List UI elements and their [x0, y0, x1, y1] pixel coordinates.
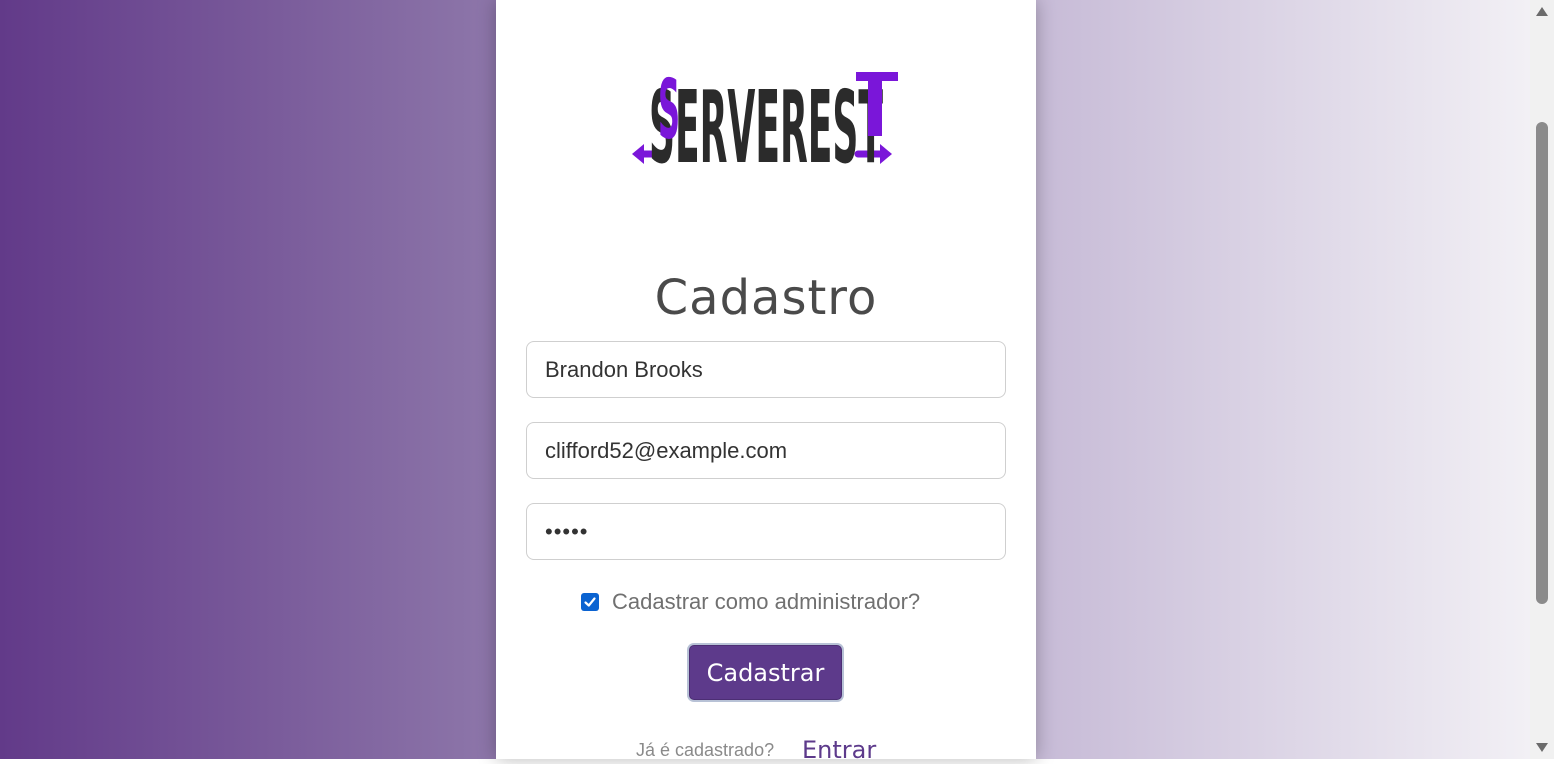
check-icon — [584, 597, 596, 607]
triangle-up-icon[interactable] — [1536, 7, 1548, 16]
name-input[interactable] — [526, 341, 1006, 398]
page-title: Cadastro — [654, 270, 878, 326]
admin-checkbox[interactable] — [581, 593, 599, 611]
admin-checkbox-label[interactable]: Cadastrar como administrador? — [612, 589, 920, 615]
svg-text:S: S — [658, 68, 680, 158]
submit-button[interactable]: Cadastrar — [689, 645, 842, 700]
vertical-scrollbar[interactable] — [1530, 0, 1554, 759]
triangle-down-icon[interactable] — [1536, 743, 1548, 752]
already-registered-text: Já é cadastrado? — [636, 740, 775, 760]
login-link[interactable]: Entrar — [802, 736, 876, 764]
admin-option: Cadastrar como administrador? — [581, 588, 920, 616]
serverest-logo: SERVEREST S — [632, 68, 898, 176]
password-input[interactable] — [526, 503, 1006, 560]
email-input[interactable] — [526, 422, 1006, 479]
svg-text:SERVEREST: SERVEREST — [649, 69, 883, 176]
scrollbar-thumb[interactable] — [1536, 122, 1548, 604]
